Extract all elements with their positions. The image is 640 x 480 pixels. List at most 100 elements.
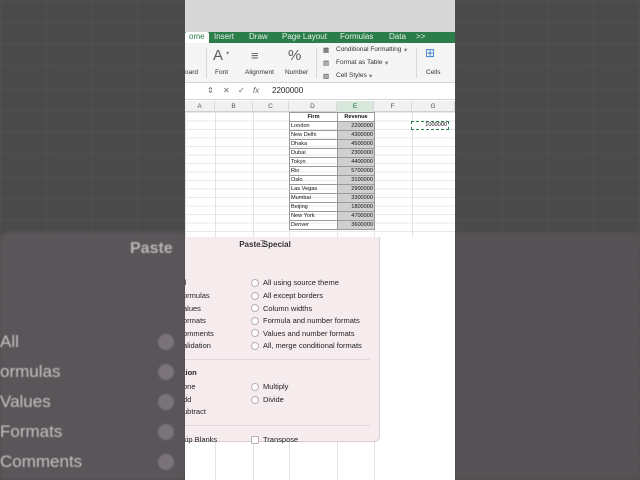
header-firm[interactable]: Firm xyxy=(289,112,338,122)
operation-divide[interactable]: Divide xyxy=(263,395,284,404)
table-row: Mumbai 3300000 xyxy=(289,193,375,203)
cells-group[interactable]: ⊞ Cells xyxy=(421,43,449,83)
dialog-divider xyxy=(185,425,370,426)
left-backdrop: Paste All ormulas Values Formats Comment… xyxy=(0,0,185,480)
radio-except-borders[interactable] xyxy=(251,292,259,300)
format-as-table-button[interactable]: Format as Table xyxy=(336,59,382,66)
revenue-cell[interactable]: 4400000 xyxy=(337,157,375,167)
ribbon: oard A ▾ Font ≡ Alignment % Number ▦ Con… xyxy=(185,43,455,83)
operation-multiply[interactable]: Multiply xyxy=(263,382,288,391)
ribbon-separator xyxy=(416,48,417,78)
firm-cell[interactable]: Beijing xyxy=(289,202,338,212)
paste-option-comments[interactable]: omments xyxy=(185,329,214,338)
operation-add[interactable]: dd xyxy=(185,395,191,404)
radio-multiply[interactable] xyxy=(251,383,259,391)
paste-option-column-widths[interactable]: Column widths xyxy=(263,304,312,313)
firm-cell[interactable]: Tokyo xyxy=(289,157,338,167)
font-group[interactable]: A ▾ Font xyxy=(209,43,237,83)
radio-divide[interactable] xyxy=(251,396,259,404)
paste-option-except-borders[interactable]: All except borders xyxy=(263,291,323,300)
revenue-cell[interactable]: 3100000 xyxy=(337,175,375,185)
name-box-stepper-icon[interactable]: ⇕ xyxy=(207,86,214,95)
formula-input[interactable]: 2200000 xyxy=(272,86,303,95)
column-header[interactable]: D xyxy=(289,101,337,112)
revenue-cell[interactable]: 3600000 xyxy=(337,220,375,230)
tab-more[interactable]: >> xyxy=(416,32,425,43)
cell-styles-button[interactable]: Cell Styles xyxy=(336,72,367,79)
revenue-cell[interactable]: 2300000 xyxy=(337,148,375,158)
firm-cell[interactable]: New York xyxy=(289,211,338,221)
formula-bar: ⇕ ✕ ✓ fx 2200000 xyxy=(185,84,455,100)
revenue-cell[interactable]: 4300000 xyxy=(337,130,375,140)
column-header[interactable]: G xyxy=(412,101,455,112)
paste-option-formats[interactable]: ormats xyxy=(185,316,206,325)
firm-cell[interactable]: Denver xyxy=(289,220,338,230)
tab-draw[interactable]: Draw xyxy=(249,32,268,43)
cancel-icon[interactable]: ✕ xyxy=(223,86,230,95)
header-revenue[interactable]: Revenue xyxy=(337,112,375,122)
skip-blanks-checkbox[interactable]: kip Blanks xyxy=(185,435,217,444)
radio-formula-number[interactable] xyxy=(251,317,259,325)
firm-cell[interactable]: London xyxy=(289,121,338,131)
column-headers: A B C D E F G xyxy=(185,101,455,112)
paste-option-values[interactable]: alues xyxy=(185,304,201,313)
tab-formulas[interactable]: Formulas xyxy=(340,32,373,43)
tab-insert[interactable]: Insert xyxy=(214,32,234,43)
firm-cell[interactable]: Oslo xyxy=(289,175,338,185)
revenue-cell[interactable]: 1800000 xyxy=(337,202,375,212)
backdrop-dialog xyxy=(455,232,640,480)
firm-cell[interactable]: Mumbai xyxy=(289,193,338,203)
paste-special-dialog: Paste Special ⌶ ll ormulas alues ormats … xyxy=(185,237,380,444)
paste-option-merge-conditional[interactable]: All, merge conditional formats xyxy=(263,341,362,350)
tab-data[interactable]: Data xyxy=(389,32,406,43)
tab-page-layout[interactable]: Page Layout xyxy=(282,32,327,43)
conditional-formatting-icon: ▦ xyxy=(323,47,330,54)
font-dropdown-icon: ▾ xyxy=(226,50,230,57)
paste-option-formula-number[interactable]: Formula and number formats xyxy=(263,316,360,325)
revenue-cell[interactable]: 4500000 xyxy=(337,139,375,149)
firm-cell[interactable]: New Delhi xyxy=(289,130,338,140)
font-label: Font xyxy=(215,69,229,76)
operation-subtract[interactable]: ubtract xyxy=(185,407,206,416)
operation-heading: tion xyxy=(185,368,197,377)
column-header[interactable]: C xyxy=(253,101,289,112)
table-header-row: Firm Revenue xyxy=(289,112,375,122)
firm-cell[interactable]: Dhaka xyxy=(289,139,338,149)
column-header[interactable]: E xyxy=(337,101,374,112)
revenue-cell[interactable]: 2900000 xyxy=(337,184,375,194)
paste-option-formulas[interactable]: ormulas xyxy=(185,291,210,300)
conditional-formatting-button[interactable]: Conditional Formatting xyxy=(336,46,401,53)
paste-option-all[interactable]: ll xyxy=(185,278,186,287)
title-area xyxy=(185,0,455,32)
column-header[interactable]: A xyxy=(185,101,215,112)
radio-column-widths[interactable] xyxy=(251,304,259,312)
firm-cell[interactable]: Dubai xyxy=(289,148,338,158)
alignment-group[interactable]: ≡ Alignment xyxy=(243,43,279,83)
revenue-cell[interactable]: 5700000 xyxy=(337,166,375,176)
table-row: Dhaka 4500000 xyxy=(289,139,375,149)
number-group[interactable]: % Number xyxy=(283,43,313,83)
revenue-cell[interactable]: 3300000 xyxy=(337,193,375,203)
radio-values-number[interactable] xyxy=(251,329,259,337)
transpose-checkbox-box[interactable] xyxy=(251,436,259,444)
confirm-icon[interactable]: ✓ xyxy=(238,86,245,95)
firm-cell[interactable]: Rio xyxy=(289,166,338,176)
format-table-icon: ▤ xyxy=(323,60,330,67)
operation-none[interactable]: one xyxy=(185,382,196,391)
radio-merge-conditional[interactable] xyxy=(251,342,259,350)
column-header[interactable]: F xyxy=(374,101,412,112)
paste-option-source-theme[interactable]: All using source theme xyxy=(263,278,339,287)
paste-option-values-number[interactable]: Values and number formats xyxy=(263,329,355,338)
radio-source-theme[interactable] xyxy=(251,279,259,287)
revenue-cell[interactable]: 2200000 xyxy=(337,121,375,131)
sheet-grid-bottom[interactable] xyxy=(380,237,455,480)
table-row: Dubai 2300000 xyxy=(289,148,375,158)
paste-option-validation[interactable]: alidation xyxy=(185,341,211,350)
copied-cell[interactable]: 1000000 xyxy=(411,121,449,130)
transpose-checkbox[interactable]: Transpose xyxy=(263,435,298,444)
function-icon[interactable]: fx xyxy=(253,86,259,95)
tab-home[interactable]: ome xyxy=(185,32,209,43)
firm-cell[interactable]: Las Vegas xyxy=(289,184,338,194)
column-header[interactable]: B xyxy=(215,101,253,112)
revenue-cell[interactable]: 4700000 xyxy=(337,211,375,221)
